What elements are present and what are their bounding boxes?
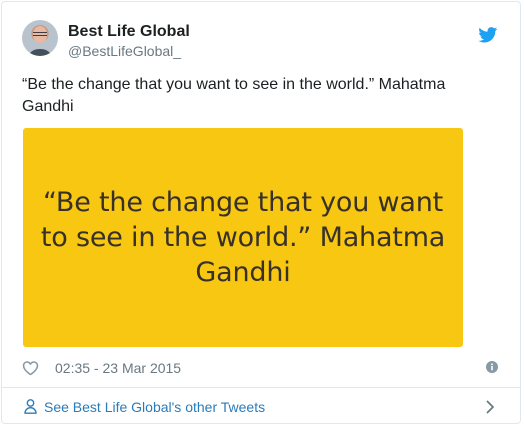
author-handle[interactable]: @BestLifeGlobal_: [68, 43, 181, 59]
tweet-meta: 02:35 - 23 Mar 2015: [22, 358, 502, 380]
other-tweets-label: See Best Life Global's other Tweets: [44, 399, 266, 415]
avatar-shirt: [27, 49, 53, 56]
heart-icon[interactable]: [22, 360, 39, 376]
image-quote-line: “Be the change that you want: [42, 187, 444, 218]
author-name[interactable]: Best Life Global: [68, 23, 190, 41]
person-icon: [24, 399, 37, 414]
avatar-glasses: [33, 32, 47, 36]
chevron-right-icon: [486, 400, 494, 414]
tweet-timestamp[interactable]: 02:35 - 23 Mar 2015: [55, 360, 181, 376]
tweet-header: Best Life Global @BestLifeGlobal_: [22, 20, 500, 60]
image-quote: “Be the change that you want to see in t…: [23, 185, 463, 290]
other-tweets-link[interactable]: See Best Life Global's other Tweets: [2, 388, 520, 423]
image-quote-line: Gandhi: [195, 257, 291, 288]
image-quote-line: to see in the world.” Mahatma: [40, 222, 446, 253]
info-icon[interactable]: [486, 361, 498, 373]
tweet-media-image[interactable]: “Be the change that you want to see in t…: [23, 128, 463, 347]
tweet-text-line: Gandhi: [22, 98, 74, 115]
twitter-icon[interactable]: [478, 27, 498, 43]
tweet-text-line: “Be the change that you want to see in t…: [22, 76, 446, 93]
embedded-tweet-card: Best Life Global @BestLifeGlobal_ “Be th…: [1, 1, 521, 424]
author-avatar[interactable]: [22, 20, 58, 56]
tweet-text: “Be the change that you want to see in t…: [22, 74, 492, 118]
